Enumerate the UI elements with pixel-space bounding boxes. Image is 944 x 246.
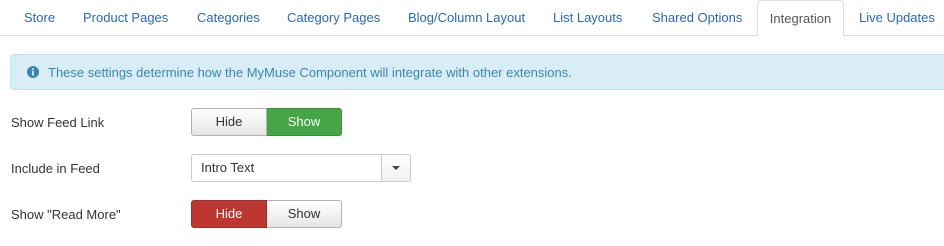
feed-link-label: Show Feed Link: [11, 115, 105, 130]
tab-categories[interactable]: Categories: [197, 0, 260, 36]
tab-live-updates[interactable]: Live Updates: [859, 0, 935, 36]
tab-shared-options[interactable]: Shared Options: [652, 0, 742, 36]
feed-link-toggle: Hide Show: [191, 108, 342, 136]
alert-message: These settings determine how the MyMuse …: [48, 65, 572, 80]
tab-integration[interactable]: Integration: [757, 0, 844, 37]
info-alert: These settings determine how the MyMuse …: [10, 54, 944, 90]
tab-product-pages[interactable]: Product Pages: [83, 0, 168, 36]
tab-list-layouts[interactable]: List Layouts: [553, 0, 622, 36]
include-in-feed-select[interactable]: Intro Text: [191, 154, 411, 182]
tab-category-pages[interactable]: Category Pages: [287, 0, 380, 36]
read-more-hide-button[interactable]: Hide: [191, 200, 267, 228]
feed-link-hide-button[interactable]: Hide: [191, 108, 267, 136]
info-circle-icon: [27, 66, 39, 78]
tab-blog-column-layout[interactable]: Blog/Column Layout: [408, 0, 525, 36]
read-more-label: Show "Read More": [11, 207, 121, 222]
read-more-toggle: Hide Show: [191, 200, 342, 228]
include-in-feed-value: Intro Text: [201, 160, 255, 175]
include-in-feed-label: Include in Feed: [11, 161, 100, 176]
tab-bar: Store Product Pages Categories Category …: [0, 0, 944, 37]
read-more-show-button[interactable]: Show: [267, 200, 342, 228]
tab-store[interactable]: Store: [24, 0, 55, 36]
caret-down-icon: [392, 166, 400, 170]
select-toggle[interactable]: [381, 155, 410, 181]
feed-link-show-button[interactable]: Show: [267, 108, 342, 136]
